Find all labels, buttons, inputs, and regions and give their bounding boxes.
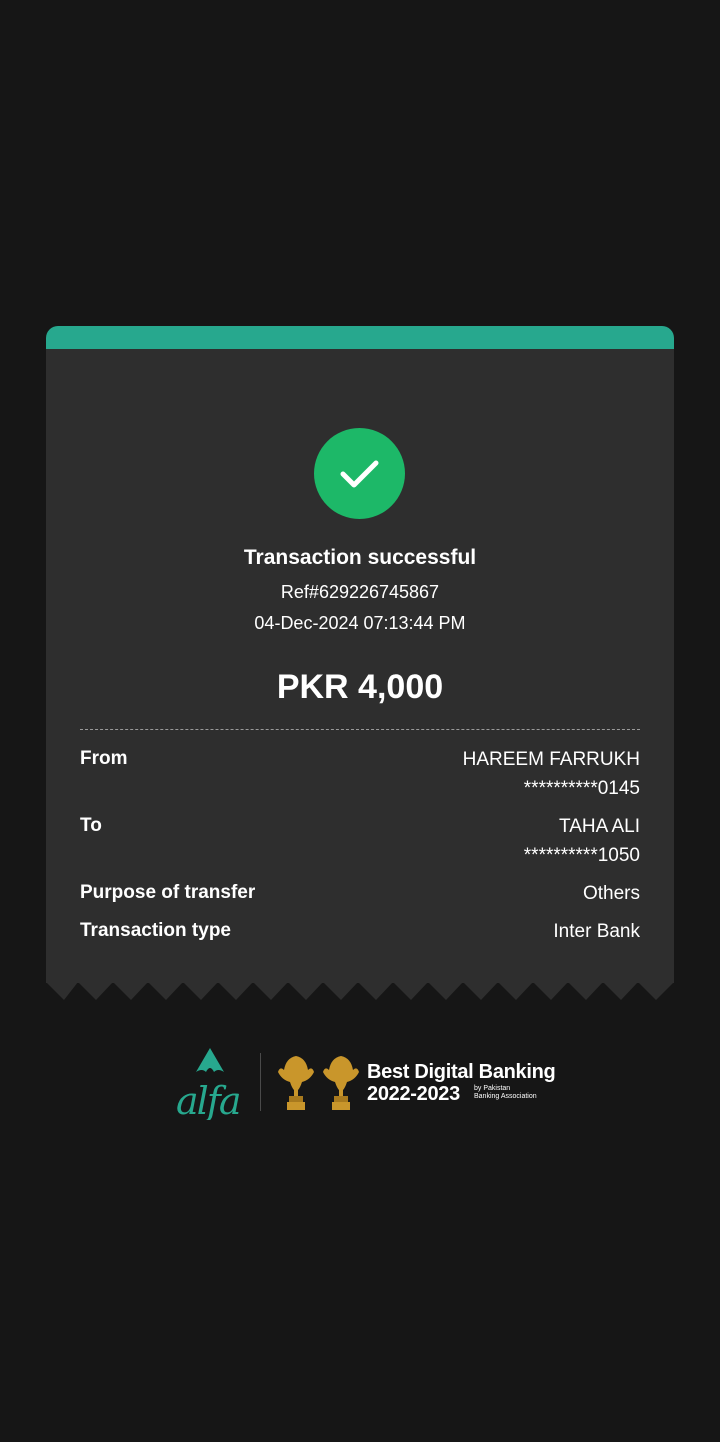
- transaction-type-value: Inter Bank: [553, 921, 640, 942]
- receipt-screen: Transaction successful Ref#629226745867 …: [0, 0, 720, 1442]
- from-account: **********0145: [523, 778, 640, 799]
- from-value: HAREEM FARRUKH **********0145: [463, 745, 640, 803]
- purpose-value: Others: [582, 883, 640, 904]
- success-badge: [314, 428, 405, 519]
- transaction-type-label: Transaction type: [80, 920, 231, 941]
- to-value: TAHA ALI **********1050: [524, 812, 640, 870]
- footer-separator: [260, 1053, 261, 1111]
- from-label: From: [80, 748, 128, 769]
- award-title: Best Digital Banking: [367, 1061, 556, 1083]
- dashed-divider: [80, 729, 640, 730]
- receipt-body: Transaction successful Ref#629226745867 …: [46, 349, 674, 983]
- trophy-icon: [323, 1056, 359, 1110]
- purpose-label: Purpose of transfer: [80, 882, 256, 903]
- transaction-amount: PKR 4,000: [276, 668, 444, 706]
- transaction-datetime: 04-Dec-2024 07:13:44 PM: [254, 613, 466, 633]
- status-title: Transaction successful: [243, 546, 477, 569]
- receipt-torn-edge: [46, 982, 674, 1000]
- to-account: **********1050: [523, 845, 640, 866]
- transaction-receipt-card: Transaction successful Ref#629226745867 …: [46, 326, 674, 1002]
- from-name: HAREEM FARRUKH: [462, 749, 640, 770]
- reference-number: Ref#629226745867: [280, 582, 440, 602]
- svg-text:alfa: alfa: [176, 1079, 240, 1120]
- alfa-logo-icon: alfa: [176, 1048, 242, 1120]
- trophy-icon: [278, 1056, 314, 1110]
- award-years: 2022-2023: [367, 1083, 460, 1105]
- to-name: TAHA ALI: [559, 816, 640, 837]
- check-icon: [340, 460, 379, 488]
- award-organization: by Pakistan Banking Association: [474, 1085, 537, 1100]
- award-footer: alfa Best Digital Banking 2022-2023 by P…: [176, 1046, 556, 1120]
- to-label: To: [80, 815, 102, 836]
- receipt-accent-bar: [46, 326, 674, 349]
